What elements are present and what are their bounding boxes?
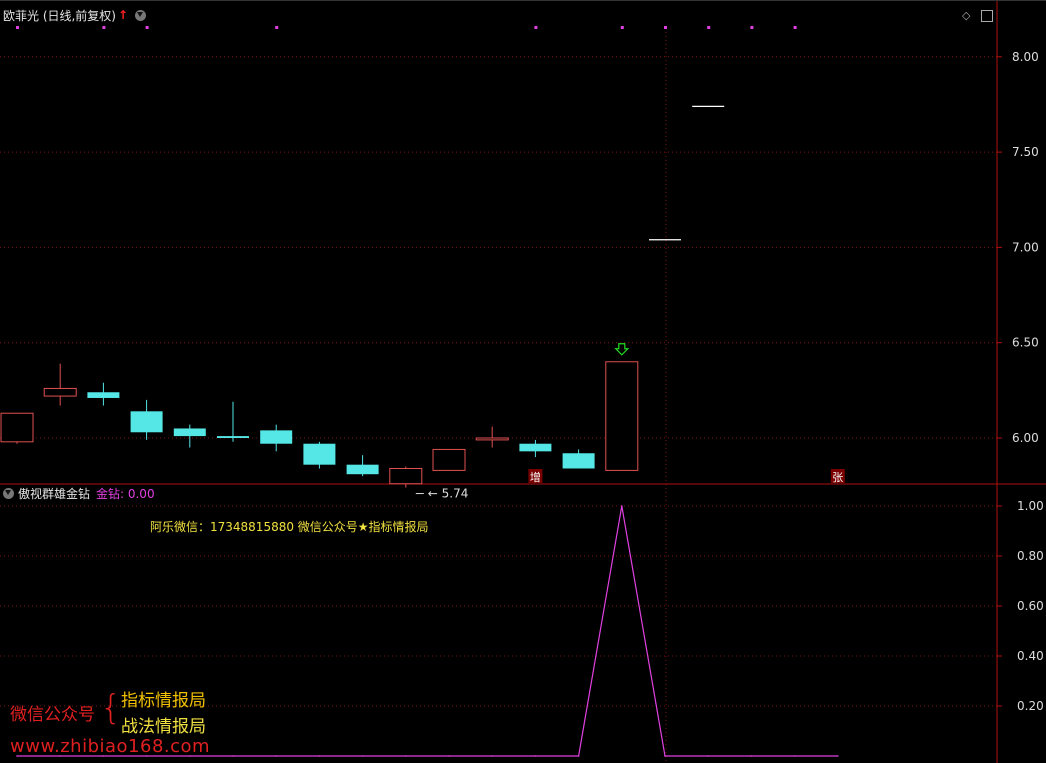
price-tick-label: 7.00 [1012, 240, 1039, 254]
top-signal-dot [145, 26, 149, 29]
top-signal-dot [620, 26, 624, 29]
price-tick-label: 6.00 [1012, 431, 1039, 445]
up-arrow-icon: ↑ [118, 8, 129, 22]
candle-body [173, 428, 206, 437]
candle [605, 361, 639, 471]
indicator-tick-label: 0.60 [1017, 599, 1044, 613]
indicator-tick-label: 0.80 [1017, 549, 1044, 563]
candle-body [130, 411, 163, 433]
candle [346, 455, 379, 477]
promo-text: 阿乐微信：17348815880 微信公众号★指标情报局 [150, 520, 429, 534]
candle-body [432, 448, 466, 471]
annotation-label: ← 5.74 [428, 487, 469, 501]
price-marker: 张 [830, 469, 845, 484]
candle-body [519, 443, 552, 452]
chart-title: 欧菲光 (日线,前复权) [3, 9, 116, 23]
candle-body [87, 392, 120, 398]
indicator-point [577, 755, 580, 757]
indicator-tick-label: 1.00 [1017, 499, 1044, 513]
candle [562, 449, 595, 469]
candle [519, 439, 552, 458]
candle [432, 448, 466, 471]
indicator-point [621, 505, 623, 507]
candle-body [389, 467, 423, 485]
candle [43, 363, 77, 406]
candle-body [43, 387, 77, 397]
candle-body [260, 430, 293, 444]
watermark-brand-2: 战法情报局 [121, 717, 206, 737]
indicator-point [405, 755, 407, 757]
candle-body [217, 436, 249, 438]
indicator-menu-icon[interactable] [3, 488, 14, 499]
watermark-url[interactable]: www.zhibiao168.com [10, 736, 210, 757]
marker-label: 增 [530, 470, 541, 484]
indicator-point [491, 755, 494, 757]
candle [217, 401, 249, 442]
marker-label: 张 [832, 471, 843, 484]
top-signal-dot [534, 26, 538, 29]
indicator-point [448, 755, 450, 757]
chart-menu-icon[interactable] [135, 10, 146, 21]
top-signal-dot [664, 26, 667, 29]
chart-stage: 6.006.507.007.508.008.509.009.5010.000.2… [0, 0, 1046, 763]
price-tick-label: 7.50 [1012, 145, 1039, 159]
candle-body [475, 437, 509, 441]
candle-body [605, 361, 639, 471]
indicator-point [232, 755, 234, 757]
watermark-wechat-label: 微信公众号 [10, 705, 95, 725]
window-icon[interactable] [981, 10, 993, 22]
top-signal-dot [16, 26, 19, 29]
price-marker: 增 [528, 469, 543, 484]
watermark-brand-1: 指标情报局 [121, 691, 206, 711]
indicator-name: 傲视群雄金钻 [18, 487, 91, 501]
indicator-point [318, 755, 321, 757]
candle [87, 382, 120, 406]
price-axis: 6.006.507.007.508.008.509.009.5010.000.2… [0, 0, 1046, 763]
candle-body [0, 412, 34, 443]
buy-signal-arrow-icon [614, 343, 630, 356]
price-tick-label: 8.00 [1012, 50, 1039, 64]
diamond-icon[interactable]: ◇ [962, 9, 970, 22]
candle [0, 412, 34, 444]
top-signal-dot [750, 26, 754, 29]
indicator-point [837, 755, 839, 757]
indicator-tick-label: 0.40 [1017, 649, 1044, 663]
indicator-point [793, 755, 796, 757]
price-annotation: ← 5.74 [415, 487, 469, 501]
candle [130, 399, 163, 440]
candle [475, 426, 509, 448]
indicator-point [750, 755, 753, 757]
indicator-point [707, 755, 709, 757]
indicator-point [534, 755, 537, 757]
candle [303, 441, 336, 469]
indicator-point [361, 755, 364, 757]
top-signal-dot [707, 26, 711, 29]
candlestick-series[interactable] [0, 0, 854, 488]
candle-body [346, 464, 379, 475]
candle [173, 424, 206, 448]
top-signal-dot [102, 26, 106, 29]
watermark-brace-icon: { [100, 688, 122, 728]
candle-body [562, 453, 595, 469]
indicator-point [664, 755, 666, 757]
top-signal-dot [793, 26, 797, 29]
price-tick-label: 6.50 [1012, 336, 1039, 350]
indicator-point [275, 755, 278, 757]
grid [0, 28, 997, 763]
candle [260, 424, 293, 452]
candle-body [303, 443, 336, 465]
indicator-value: 金钻: 0.00 [96, 487, 155, 501]
top-signal-dot [275, 26, 279, 29]
indicator-tick-label: 0.20 [1017, 699, 1044, 713]
